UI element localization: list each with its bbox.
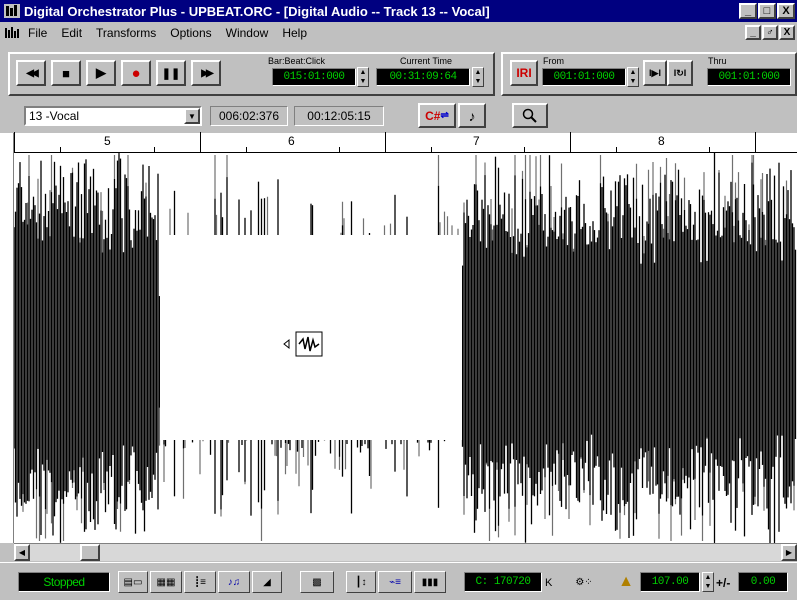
menu-file[interactable]: File <box>28 26 47 40</box>
ruler-mark: 5 <box>104 134 111 148</box>
scroll-left-button[interactable]: ◀ <box>14 544 30 561</box>
mdi-restore-button[interactable]: ♂ <box>762 25 778 40</box>
transport-status: Stopped <box>18 572 110 592</box>
rewind-button[interactable]: ◀◀ <box>16 60 46 86</box>
loop-button[interactable]: I↻I <box>667 60 693 86</box>
view-edit-icon[interactable]: ⌁≡ <box>378 571 412 593</box>
position-field[interactable]: 006:02:376 <box>210 106 288 126</box>
view-staff-icon[interactable]: ┋≡ <box>184 571 216 593</box>
ruler-tick <box>570 132 571 152</box>
key-arrow-icon: ⇌ <box>440 110 449 121</box>
barbeat-label: Bar:Beat:Click <box>268 56 326 66</box>
key-button-label: C# <box>425 108 441 123</box>
ruler-mark: 8 <box>658 134 665 148</box>
close-button[interactable]: X <box>777 3 795 19</box>
app-icon <box>4 4 20 18</box>
from-label: From <box>543 56 564 66</box>
counter-display: C: 170720 <box>464 572 542 592</box>
view-grid-icon[interactable]: ▦▦ <box>150 571 182 593</box>
ruler-tick <box>709 147 710 152</box>
fast-forward-button[interactable]: ▶▶ <box>191 60 221 86</box>
stop-button[interactable]: ■ <box>51 60 81 86</box>
edit-cursor-icon <box>282 331 324 357</box>
view-waveform-icon[interactable]: ▮▮▮ <box>414 571 446 593</box>
document-icon[interactable] <box>4 26 20 40</box>
ruler-tick <box>385 132 386 152</box>
key-button[interactable]: C# ⇌ <box>418 103 456 128</box>
goto-from-button[interactable]: I▶I <box>643 60 667 86</box>
window-title: Digital Orchestrator Plus - UPBEAT.ORC -… <box>24 3 490 19</box>
view-notation-icon[interactable]: ♪♫ <box>218 571 250 593</box>
thru-display[interactable]: 001:01:000 <box>707 68 791 86</box>
audio-waveform <box>14 153 797 543</box>
note-button[interactable]: ♪ <box>458 103 486 128</box>
ruler-tick <box>246 147 247 152</box>
barbeat-spinner[interactable]: ▲ ▼ <box>357 67 369 87</box>
tempo-display[interactable]: 107.00 <box>640 572 700 592</box>
title-bar: Digital Orchestrator Plus - UPBEAT.ORC -… <box>0 0 797 22</box>
track-gutter <box>0 133 14 543</box>
counter-unit-label: K <box>545 577 553 589</box>
scroll-right-button[interactable]: ▶ <box>781 544 797 561</box>
menu-window[interactable]: Window <box>226 26 269 40</box>
track-toolbar: 13 -Vocal ▼ 006:02:376 00:12:05:15 C# ⇌ … <box>0 100 797 130</box>
menu-help[interactable]: Help <box>282 26 307 40</box>
ruler-tick <box>755 132 756 152</box>
chevron-down-icon[interactable]: ▼ <box>184 108 200 124</box>
time-field[interactable]: 00:12:05:15 <box>294 106 384 126</box>
metronome-icon[interactable]: ▲ <box>614 571 638 593</box>
eraser-icon[interactable]: ◢ <box>252 571 282 593</box>
ruler-tick <box>524 147 525 152</box>
maximize-button[interactable]: □ <box>758 3 776 19</box>
from-spinner[interactable]: ▲ ▼ <box>627 67 639 87</box>
current-time-spinner[interactable]: ▲ ▼ <box>472 67 484 87</box>
minimize-button[interactable]: _ <box>739 3 757 19</box>
view-mixer-icon[interactable]: ▩ <box>300 571 334 593</box>
current-time-display[interactable]: 00:31:09:64 <box>376 68 470 86</box>
ruler-tick <box>60 147 61 152</box>
track-select-value: 13 -Vocal <box>29 109 80 123</box>
ruler-mark: 6 <box>288 134 295 148</box>
ruler-tick <box>616 147 617 152</box>
view-controls-icon[interactable]: ┃↕ <box>346 571 376 593</box>
barbeat-display[interactable]: 015:01:000 <box>272 68 356 86</box>
scroll-thumb[interactable] <box>80 544 100 561</box>
menu-bar: File Edit Transforms Options Window Help… <box>0 22 797 44</box>
current-time-label: Current Time <box>400 56 453 66</box>
mdi-close-button[interactable]: X <box>779 25 795 40</box>
ruler-tick <box>200 132 201 152</box>
view-list-icon[interactable]: ▤▭ <box>118 571 148 593</box>
rb-button[interactable]: IRI <box>510 60 538 86</box>
pause-button[interactable]: ❚❚ <box>156 60 186 86</box>
track-select[interactable]: 13 -Vocal ▼ <box>24 106 202 126</box>
menu-options[interactable]: Options <box>170 26 211 40</box>
ruler-tick <box>14 132 15 152</box>
mdi-minimize-button[interactable]: _ <box>745 25 761 40</box>
horizontal-scrollbar[interactable]: ◀ ▶ <box>14 543 797 561</box>
ruler-tick <box>339 147 340 152</box>
status-bar: Stopped ▤▭ ▦▦ ┋≡ ♪♫ ◢ ▩ ┃↕ ⌁≡ ▮▮▮ C: 170… <box>0 562 797 600</box>
from-display[interactable]: 001:01:000 <box>542 68 626 86</box>
magnifier-icon <box>522 108 537 123</box>
play-button[interactable]: ▶ <box>86 60 116 86</box>
menu-edit[interactable]: Edit <box>61 26 82 40</box>
tempo-offset-label: +/- <box>716 576 731 590</box>
tempo-spinner[interactable]: ▲ ▼ <box>702 572 714 592</box>
offset-display[interactable]: 0.00 <box>738 572 788 592</box>
ruler-tick <box>154 147 155 152</box>
menu-transforms[interactable]: Transforms <box>96 26 156 40</box>
ruler-mark: 7 <box>473 134 480 148</box>
thru-label: Thru <box>708 56 727 66</box>
zoom-button[interactable] <box>512 103 548 128</box>
rb-label: R <box>519 66 529 80</box>
record-button[interactable]: ● <box>121 60 151 86</box>
waveform-canvas[interactable] <box>14 153 797 543</box>
sync-icon[interactable]: ⚙⁘ <box>562 571 606 593</box>
bar-ruler[interactable]: 5 6 7 8 <box>14 132 797 153</box>
ruler-tick <box>431 147 432 152</box>
transport-toolbar: ◀◀ ■ ▶ ● ❚❚ ▶▶ Bar:Beat:Click 015:01:000… <box>2 46 797 98</box>
